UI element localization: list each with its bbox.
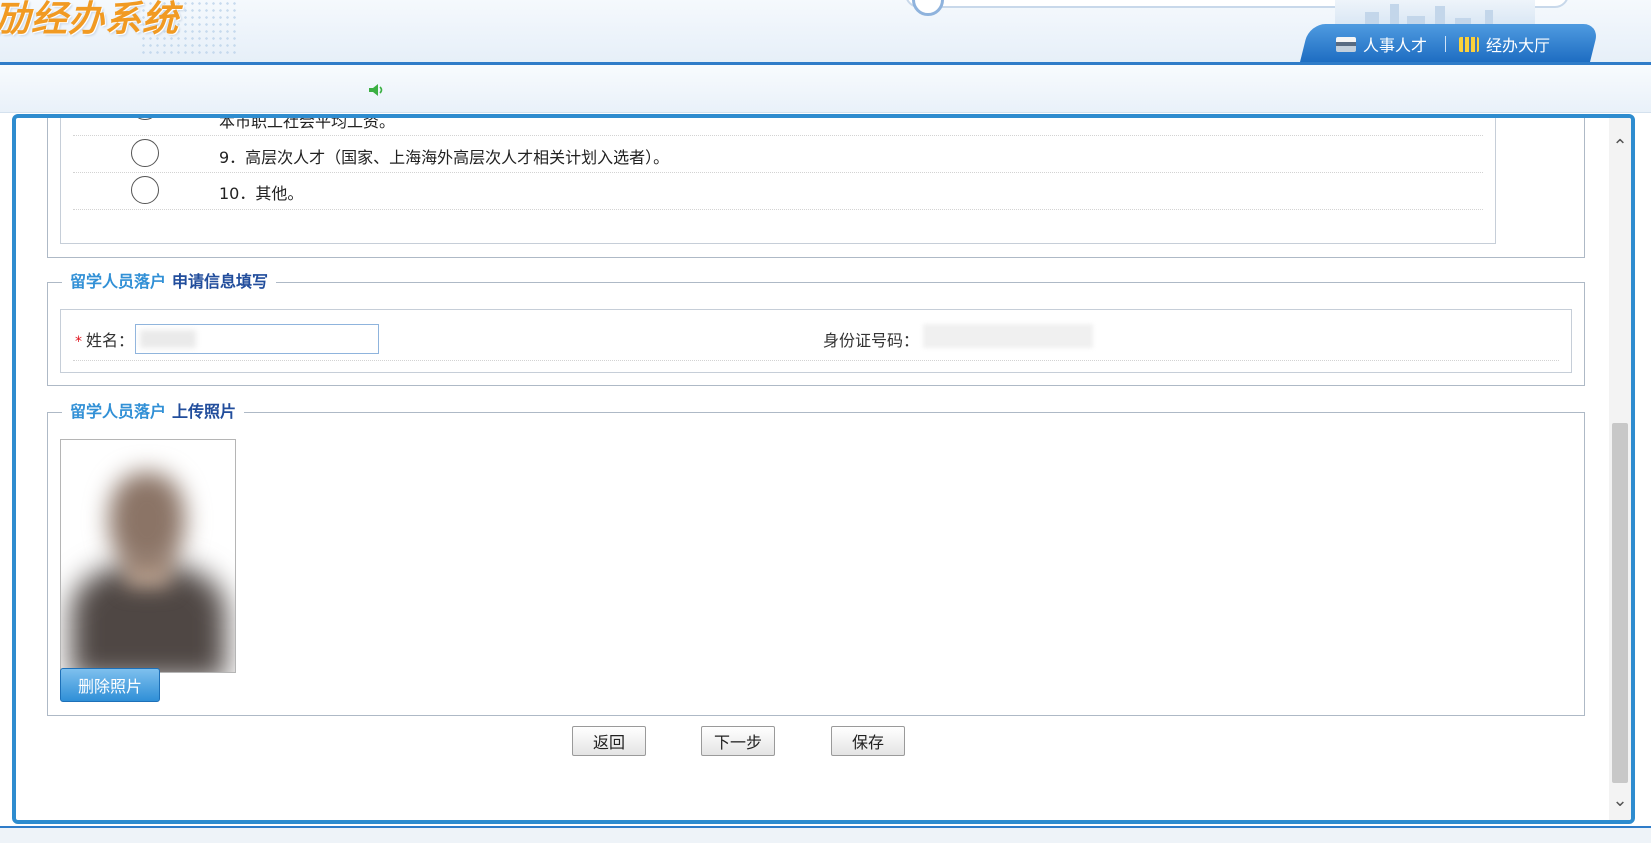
tab-label: 经办大厅 (1486, 36, 1551, 55)
vertical-scrollbar[interactable]: ⌃ ⌄ (1609, 118, 1631, 820)
page-footer-strip (0, 826, 1651, 843)
notice-bar (0, 65, 1651, 113)
chevron-up-icon[interactable]: ⌃ (1609, 134, 1631, 158)
search-icon[interactable] (912, 0, 944, 16)
monitor-icon (1336, 36, 1356, 52)
tab-label: 人事人才 (1363, 36, 1428, 55)
list-item: 本市职工社会平均工资。 (73, 114, 1483, 136)
tab-service-hall[interactable]: 经办大厅 (1459, 30, 1550, 58)
required-marker: * (75, 334, 82, 350)
tab-hr-talent[interactable]: 人事人才 (1336, 30, 1427, 58)
photo-upload-section: 留学人员落户 上传照片 删除照片 (47, 401, 1585, 716)
delete-photo-button[interactable]: 删除照片 (60, 668, 160, 702)
option-radio[interactable] (131, 139, 159, 167)
speaker-icon[interactable] (369, 84, 385, 96)
form-row: * 姓名： 身份证号码： (73, 310, 1559, 361)
qualification-section: 本市职工社会平均工资。 9．高层次人才（国家、上海海外高层次人才相关计划入选者）… (47, 114, 1585, 258)
option-text: 10．其他。 (219, 184, 304, 203)
back-button[interactable]: 返回 (572, 726, 646, 756)
name-field[interactable] (135, 324, 379, 354)
options-box: 本市职工社会平均工资。 9．高层次人才（国家、上海海外高层次人才相关计划入选者）… (60, 114, 1496, 244)
name-label: * 姓名： (75, 331, 135, 350)
building-icon (1459, 36, 1479, 52)
section-title: 留学人员落户 申请信息填写 (62, 271, 277, 293)
tab-divider (1445, 36, 1446, 52)
chevron-down-icon[interactable]: ⌄ (1609, 788, 1631, 812)
option-text: 9．高层次人才（国家、上海海外高层次人才相关计划入选者）。 (219, 148, 670, 167)
id-number-value (923, 324, 1093, 348)
app-title: 劢经办系统 (0, 0, 180, 40)
next-step-button[interactable]: 下一步 (701, 726, 775, 756)
option-radio[interactable] (131, 176, 159, 204)
content-frame: 本市职工社会平均工资。 9．高层次人才（国家、上海海外高层次人才相关计划入选者）… (12, 114, 1635, 824)
redacted-name (140, 330, 196, 348)
application-info-section: 留学人员落户 申请信息填写 * 姓名： 身份证号码： (47, 271, 1585, 386)
application-form-box: * 姓名： 身份证号码： (60, 309, 1572, 373)
list-item: 10．其他。 (73, 172, 1483, 210)
option-radio[interactable] (131, 118, 159, 120)
scroll-thumb[interactable] (1612, 423, 1628, 783)
section-title: 留学人员落户 上传照片 (62, 401, 245, 423)
id-number-label: 身份证号码： (823, 331, 920, 350)
save-button[interactable]: 保存 (831, 726, 905, 756)
uploaded-photo (60, 439, 236, 673)
option-text: 本市职工社会平均工资。 (219, 114, 396, 131)
list-item: 9．高层次人才（国家、上海海外高层次人才相关计划入选者）。 (73, 135, 1483, 173)
